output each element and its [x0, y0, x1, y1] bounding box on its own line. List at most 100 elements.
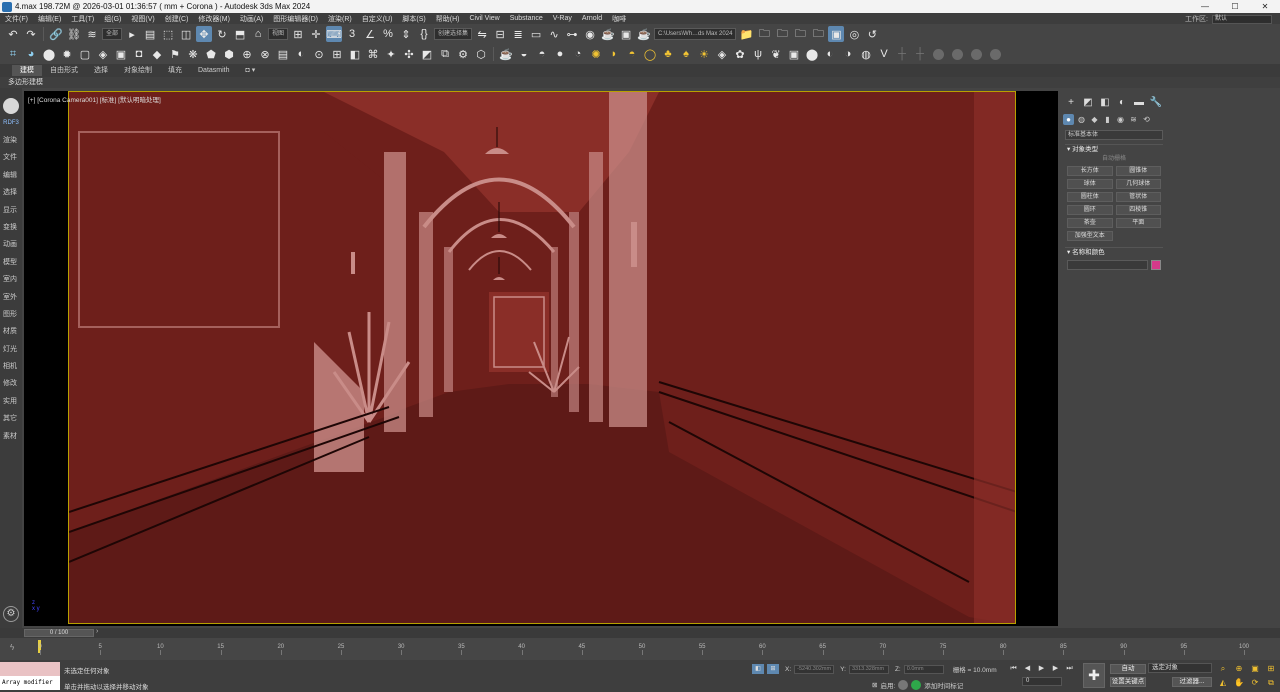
rect-selection-icon[interactable]: ⬚ [160, 26, 176, 42]
spinner-snap-icon[interactable]: ⇕ [398, 26, 414, 42]
autogrid-checkbox[interactable]: 自动栅格 [1065, 154, 1163, 164]
textplus-button[interactable]: 加强型文本 [1067, 231, 1113, 241]
isolate-icon[interactable]: ◧ [752, 664, 764, 674]
menu-vray[interactable]: V-Ray [548, 15, 577, 22]
select-by-name-icon[interactable]: ▤ [142, 26, 158, 42]
set-key-button[interactable]: 设置关键点 [1110, 677, 1146, 687]
eye-tool-icon[interactable]: ◕ [23, 46, 39, 62]
box-button[interactable]: 长方体 [1067, 166, 1113, 176]
box-icon[interactable]: ▢ [77, 46, 93, 62]
auto-key-button[interactable]: 自动 [1110, 664, 1146, 674]
angle-snap-icon[interactable]: ∠ [362, 26, 378, 42]
folder-icon[interactable]: 🗀 [792, 26, 808, 42]
tool-icon[interactable]: ◧ [347, 46, 363, 62]
proxy-icon[interactable]: ◈ [714, 46, 730, 62]
pan-icon[interactable]: ✋ [1232, 677, 1246, 689]
ribbon-tab-object-paint[interactable]: 对象绘制 [116, 65, 160, 76]
tool-icon[interactable]: ⚑ [167, 46, 183, 62]
left-item-utilities[interactable]: 实用 [0, 393, 22, 410]
menu-customize[interactable]: 自定义(U) [357, 14, 398, 24]
pivot-center-icon[interactable]: ⊞ [290, 26, 306, 42]
unlink-icon[interactable]: ⛓ [66, 26, 82, 42]
zoom-icon[interactable]: ⌕ [1216, 663, 1230, 675]
tube-button[interactable]: 管状体 [1115, 192, 1161, 202]
curve-editor-icon[interactable]: ∿ [546, 26, 562, 42]
y-field[interactable]: 3313.328mm [848, 664, 889, 674]
lock-icon[interactable]: ⊠ [872, 681, 877, 689]
vray-icon[interactable]: V [876, 46, 892, 62]
time-slider-thumb[interactable]: 0 / 100 [24, 629, 94, 637]
cameras-category-icon[interactable]: ▮ [1102, 114, 1113, 125]
track-bar[interactable]: ϟ 0 5 10 15 20 25 30 35 40 45 50 55 60 65 70 75 80 85 90 95… [0, 638, 1280, 660]
play-icon[interactable]: ▶ [1036, 664, 1047, 674]
sphere-icon[interactable]: ◔ [570, 46, 586, 62]
workspace-toggle-icon[interactable]: ▣ [828, 26, 845, 42]
tool-icon[interactable]: ⬟ [203, 46, 219, 62]
goto-start-icon[interactable]: ⏮ [1008, 664, 1019, 674]
maximize-button[interactable]: ☐ [1220, 0, 1250, 13]
left-item-render[interactable]: 渲染 [0, 132, 22, 149]
menu-file[interactable]: 文件(F) [0, 14, 33, 24]
systems-category-icon[interactable]: ⟲ [1141, 114, 1152, 125]
snap-3d-icon[interactable]: 3 [344, 26, 360, 42]
sphere-material-icon[interactable]: ⬤ [804, 46, 820, 62]
spacewarps-category-icon[interactable]: ≋ [1128, 114, 1139, 125]
undo-icon[interactable]: ↶ [5, 26, 21, 42]
tool-icon[interactable]: ✦ [383, 46, 399, 62]
left-item-camera[interactable]: 相机 [0, 358, 22, 375]
menu-arnold[interactable]: Arnold [577, 15, 607, 22]
menu-help[interactable]: 帮助(H) [431, 14, 465, 24]
left-item-assets[interactable]: 素材 [0, 428, 22, 445]
tool-icon[interactable]: ▣ [113, 46, 129, 62]
left-item-shapes[interactable]: 图形 [0, 306, 22, 323]
sun-star-icon[interactable]: ☀ [696, 46, 712, 62]
enabled-green-icon[interactable] [911, 680, 922, 690]
helpers-category-icon[interactable]: ◉ [1115, 114, 1126, 125]
tool-icon[interactable]: ⧉ [437, 46, 453, 62]
material-ball-icon[interactable]: ● [552, 46, 568, 62]
lights-category-icon[interactable]: ◆ [1089, 114, 1100, 125]
material-icon[interactable]: ◐ [822, 46, 838, 62]
select-place-icon[interactable]: ⌂ [250, 26, 266, 42]
lamp-icon[interactable]: ♣ [660, 46, 676, 62]
shapes-category-icon[interactable]: ◍ [1076, 114, 1087, 125]
menu-graph-editors[interactable]: 图形编辑器(D) [268, 14, 323, 24]
pyramid-button[interactable]: 四棱锥 [1115, 205, 1161, 215]
settings-gear-icon[interactable]: ⚙ [3, 606, 19, 622]
geosphere-button[interactable]: 几何球体 [1115, 179, 1161, 189]
toggle-ribbon-icon[interactable]: ▭ [528, 26, 544, 42]
time-slider[interactable]: 0 / 100 › [0, 628, 1280, 638]
ribbon-tab-datasmith[interactable]: Datasmith [190, 65, 238, 76]
left-item-lights[interactable]: 灯光 [0, 341, 22, 358]
tool-icon[interactable]: ▤ [275, 46, 291, 62]
viewport-label[interactable]: [+] [Corona Camera001] [标准] [默认明暗处理] [28, 94, 161, 104]
menu-civil-view[interactable]: Civil View [464, 15, 504, 22]
left-item-select[interactable]: 选择 [0, 184, 22, 201]
select-object-icon[interactable]: ▸ [124, 26, 140, 42]
dome-light-icon[interactable]: ◓ [624, 46, 640, 62]
maximize-viewport-icon[interactable]: ⧉ [1264, 677, 1278, 689]
material-icon[interactable]: ◍ [858, 46, 874, 62]
object-name-input[interactable] [1067, 260, 1148, 270]
object-type-header[interactable]: ▾ 对象类型 [1065, 144, 1163, 154]
tool-icon[interactable]: ◩ [419, 46, 435, 62]
camera-view-scene[interactable] [68, 91, 1016, 624]
current-frame-field[interactable]: 0 [1022, 677, 1062, 686]
maxscript-output[interactable] [0, 662, 60, 676]
window-crossing-icon[interactable]: ◫ [178, 26, 194, 42]
sync-icon[interactable]: ↺ [864, 26, 880, 42]
select-scale-icon[interactable]: ⬒ [232, 26, 248, 42]
orbit-icon[interactable]: ⟳ [1248, 677, 1262, 689]
ribbon-tab-selection[interactable]: 选择 [86, 65, 116, 76]
align-icon[interactable]: ⊟ [492, 26, 508, 42]
light-icon[interactable]: ✹ [59, 46, 75, 62]
plugin-logo-icon[interactable] [3, 98, 19, 114]
material-editor-icon[interactable]: ◉ [582, 26, 598, 42]
teapot-button[interactable]: 茶壶 [1067, 218, 1113, 228]
left-item-transform[interactable]: 变换 [0, 219, 22, 236]
key-filter-select[interactable]: 选定对象 [1148, 663, 1212, 673]
left-item-animation[interactable]: 动画 [0, 236, 22, 253]
tool-icon[interactable]: ⊗ [257, 46, 273, 62]
manipulate-icon[interactable]: ✛ [308, 26, 324, 42]
left-item-exterior[interactable]: 室外 [0, 289, 22, 306]
